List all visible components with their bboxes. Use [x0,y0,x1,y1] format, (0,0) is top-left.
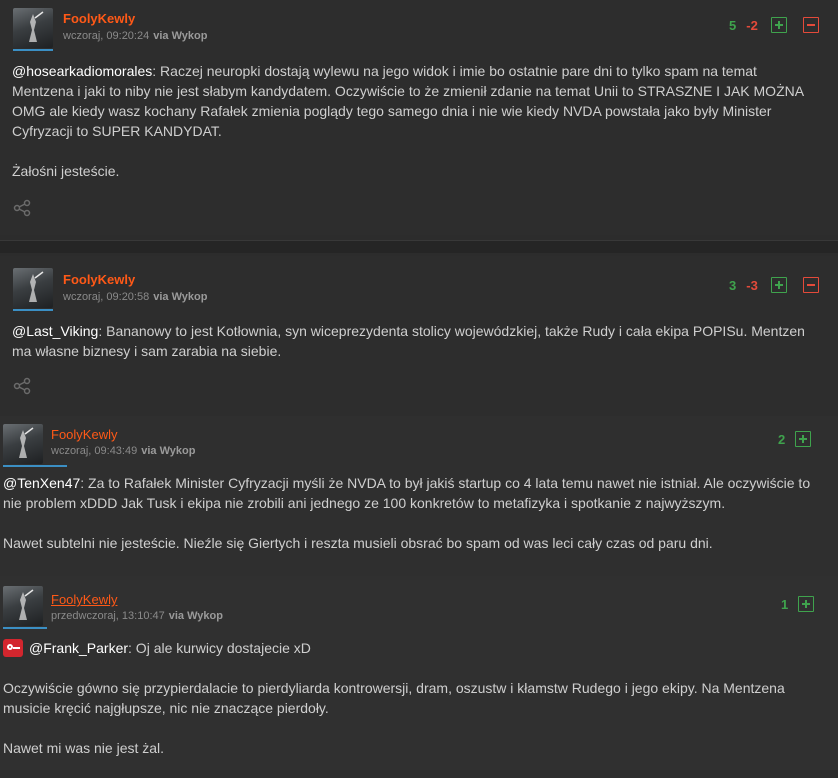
plus-icon[interactable] [770,17,787,33]
vote-box: 5 -2 [729,15,819,35]
comment-text: : Bananowy to jest Kotłownia, syn wicepr… [12,323,805,359]
comment-meta: przedwczoraj, 13:10:47 via Wykop [51,610,223,622]
avatar[interactable] [13,268,53,308]
comment-2: FoolyKewly wczoraj, 09:20:58 via Wykop 3 … [0,256,838,416]
comment-4: FoolyKewly przedwczoraj, 13:10:47 via Wyk… [0,576,838,770]
avatar[interactable] [13,8,53,48]
comment-3: FoolyKewly wczoraj, 09:43:49 via Wykop 2 … [0,416,838,576]
votes-plus-count[interactable]: 3 [729,278,736,293]
comment-text: : Oj ale kurwicy dostajecie xD [128,640,311,656]
key-badge-icon [3,639,23,657]
comment-meta: wczoraj, 09:20:58 via Wykop [63,291,207,303]
mention-link[interactable]: @Frank_Parker [29,640,128,656]
votes-plus-count[interactable]: 2 [778,432,785,447]
votes-minus-count[interactable]: -3 [746,278,758,293]
comment-body: @Frank_Parker: Oj ale kurwicy dostajecie… [3,638,818,778]
timestamp[interactable]: przedwczoraj, 13:10:47 [51,610,165,622]
plus-icon[interactable] [770,277,787,293]
timestamp[interactable]: wczoraj, 09:20:24 [63,30,149,42]
comment-text: Żałośni jesteście. [12,163,120,179]
comment-text: Nawet subtelni nie jesteście. Nieźle się… [3,535,713,551]
timestamp[interactable]: wczoraj, 09:20:58 [63,291,149,303]
comment-meta: wczoraj, 09:20:24 via Wykop [63,30,207,42]
share-icon[interactable] [13,199,31,217]
avatar-underline [3,627,47,629]
author-name[interactable]: FoolyKewly [63,272,135,287]
avatar-underline [13,49,53,51]
plus-icon[interactable] [795,431,812,447]
minus-icon[interactable] [802,17,819,33]
comment-body: @hosearkadiomorales: Raczej neuropki dos… [12,61,818,201]
comment-1: FoolyKewly wczoraj, 09:20:24 via Wykop 5 … [0,0,838,235]
comment-meta: wczoraj, 09:43:49 via Wykop [51,445,195,457]
avatar[interactable] [3,424,43,464]
mention-link[interactable]: @Last_Viking [12,323,98,339]
author-name[interactable]: FoolyKewly [51,592,117,607]
comment-body: @TenXen47: Za to Rafałek Minister Cyfryz… [3,473,818,573]
votes-plus-count[interactable]: 5 [729,18,736,33]
vote-box: 3 -3 [729,275,819,295]
minus-icon[interactable] [802,277,819,293]
avatar-underline [13,309,53,311]
author-name[interactable]: FoolyKewly [51,427,117,442]
via-label: via Wykop [153,30,208,42]
timestamp[interactable]: wczoraj, 09:43:49 [51,445,137,457]
via-label: via Wykop [141,445,196,457]
comment-body: @Last_Viking: Bananowy to jest Kotłownia… [12,321,818,381]
via-label: via Wykop [153,291,208,303]
vote-box: 2 [778,429,812,449]
comment-text: Oczywiście gówno się przypierdalacie to … [3,680,785,716]
avatar-underline [3,465,67,467]
via-label: via Wykop [168,610,223,622]
votes-plus-count[interactable]: 1 [781,597,788,612]
avatar[interactable] [3,586,43,626]
mention-link[interactable]: @TenXen47 [3,475,80,491]
votes-minus-count[interactable]: -2 [746,18,758,33]
vote-box: 1 [781,594,815,614]
comment-separator [0,240,838,253]
author-name[interactable]: FoolyKewly [63,11,135,26]
share-icon[interactable] [13,377,31,395]
comment-text: Nawet mi was nie jest żal. [3,740,165,756]
comment-text: : Za to Rafałek Minister Cyfryzacji myśl… [3,475,811,511]
mention-link[interactable]: @hosearkadiomorales [12,63,152,79]
plus-icon[interactable] [798,596,815,612]
